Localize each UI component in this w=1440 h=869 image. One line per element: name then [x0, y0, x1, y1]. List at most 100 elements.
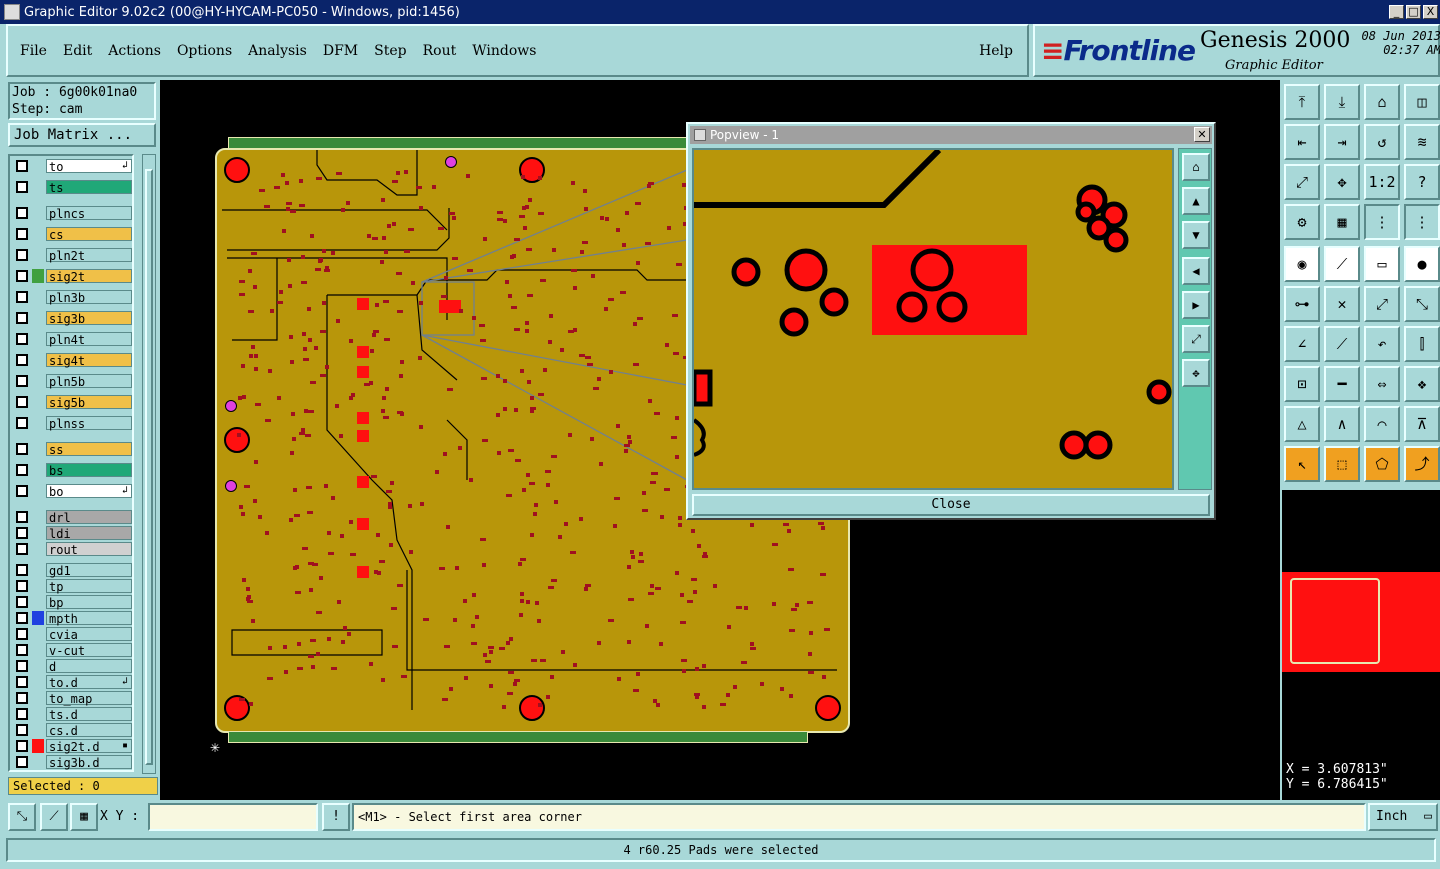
- grid-icon[interactable]: ▦: [70, 803, 98, 831]
- measure-mode-icon[interactable]: ⟋: [40, 803, 68, 831]
- layer-checkbox[interactable]: [16, 542, 28, 555]
- layer-row-ss[interactable]: ss: [12, 441, 132, 457]
- layer-checkbox[interactable]: [16, 484, 28, 497]
- layer-row-mpth[interactable]: mpth: [12, 610, 132, 626]
- graphic-canvas[interactable]: ✳ Popview - 1 ✕ ⌂ ▲ ▼ ◀ ▶ ⤢ ✥ Close: [160, 80, 1280, 800]
- layer-color-swatch[interactable]: [32, 206, 44, 220]
- layer-checkbox[interactable]: [16, 526, 28, 539]
- layer-row-sig4t[interactable]: sig4t: [12, 352, 132, 368]
- layer-name[interactable]: bs: [46, 462, 132, 478]
- layer-checkbox[interactable]: [16, 510, 28, 523]
- layer-name[interactable]: pln3b: [46, 289, 132, 305]
- layer-color-swatch[interactable]: [32, 723, 44, 737]
- layer-checkbox[interactable]: [16, 227, 28, 240]
- previous-view-icon[interactable]: ⇤: [1284, 124, 1320, 160]
- layer-color-swatch[interactable]: [32, 771, 44, 773]
- xy-input[interactable]: [148, 803, 318, 831]
- layer-checkbox[interactable]: [16, 579, 28, 592]
- layer-name[interactable]: pln4t: [46, 331, 132, 347]
- layer-row-ts[interactable]: ts: [12, 179, 132, 195]
- feature-highlight-icon[interactable]: ⋮: [1404, 204, 1440, 240]
- layer-name[interactable]: sig3b.d: [46, 754, 132, 770]
- pad-tool-icon[interactable]: ◉: [1284, 246, 1320, 282]
- layer-name[interactable]: sig5b: [46, 394, 132, 410]
- layer-name[interactable]: d: [46, 658, 132, 674]
- abort-icon[interactable]: !: [322, 803, 350, 831]
- layer-name[interactable]: sig2t.d: [46, 738, 132, 754]
- layer-color-swatch[interactable]: [32, 595, 44, 609]
- layer-row-bo[interactable]: bo ↲: [12, 483, 132, 499]
- layer-color-swatch[interactable]: [32, 463, 44, 477]
- layer-name[interactable]: to.d: [46, 674, 132, 690]
- popview-canvas[interactable]: [692, 148, 1174, 490]
- layer-color-swatch[interactable]: [32, 442, 44, 456]
- layer-name[interactable]: plncs: [46, 205, 132, 221]
- overview-map[interactable]: [1282, 490, 1440, 758]
- zoom-fit-icon[interactable]: ⤢: [1284, 164, 1320, 200]
- layer-color-swatch[interactable]: [32, 353, 44, 367]
- layer-row-pln4t[interactable]: pln4t: [12, 331, 132, 347]
- draw-line-icon[interactable]: ∠: [1284, 326, 1320, 362]
- select-box-icon[interactable]: ⬚: [1324, 446, 1360, 482]
- layer-checkbox[interactable]: [16, 442, 28, 455]
- layer-checkbox[interactable]: [16, 611, 28, 624]
- layer-checkbox[interactable]: [16, 675, 28, 688]
- layer-checkbox[interactable]: [16, 772, 28, 773]
- menu-edit[interactable]: Edit: [63, 43, 92, 59]
- layer-checkbox[interactable]: [16, 353, 28, 366]
- layer-color-swatch[interactable]: [32, 159, 44, 173]
- layer-color-swatch[interactable]: [32, 542, 44, 556]
- arc-icon[interactable]: ↶: [1364, 326, 1400, 362]
- layer-color-swatch[interactable]: [32, 579, 44, 593]
- line-tool-icon[interactable]: ⟋: [1324, 246, 1360, 282]
- layer-row-to-d[interactable]: to.d ↲: [12, 674, 132, 690]
- layer-color-swatch[interactable]: [32, 627, 44, 641]
- layer-row-plncs[interactable]: plncs: [12, 205, 132, 221]
- layer-name[interactable]: ts: [46, 179, 132, 195]
- layer-row-sig4t-d[interactable]: sig4t.d: [12, 770, 132, 772]
- layer-name[interactable]: mpth: [46, 610, 132, 626]
- layer-row-pln5b[interactable]: pln5b: [12, 373, 132, 389]
- layer-color-swatch[interactable]: [32, 484, 44, 498]
- layer-color-swatch[interactable]: [32, 738, 44, 753]
- zoom-to-bottom-icon[interactable]: ⤓: [1324, 84, 1360, 120]
- popview-pan-left-icon[interactable]: ◀: [1182, 257, 1210, 285]
- layer-color-swatch[interactable]: [32, 563, 44, 577]
- layer-checkbox[interactable]: [16, 643, 28, 656]
- layer-color-swatch[interactable]: [32, 290, 44, 304]
- circle-pad-icon[interactable]: ●: [1404, 246, 1440, 282]
- layer-name[interactable]: sig4t: [46, 352, 132, 368]
- layer-row-bs[interactable]: bs: [12, 462, 132, 478]
- layer-checkbox[interactable]: [16, 159, 28, 172]
- menu-help[interactable]: Help: [979, 43, 1013, 59]
- scrollbar-thumb[interactable]: [145, 169, 153, 765]
- layer-name[interactable]: ss: [46, 441, 132, 457]
- job-matrix-button[interactable]: Job Matrix ...: [8, 123, 156, 147]
- layer-checkbox[interactable]: [16, 707, 28, 720]
- snap-tool-icon[interactable]: ⚙: [1284, 204, 1320, 240]
- layer-color-swatch[interactable]: [32, 395, 44, 409]
- layer-name[interactable]: bo: [46, 483, 132, 499]
- menu-actions[interactable]: Actions: [108, 43, 161, 59]
- popview-zoom-fit-icon[interactable]: ⤢: [1182, 325, 1210, 353]
- popview-close-icon[interactable]: ✕: [1194, 127, 1210, 142]
- layer-color-swatch[interactable]: [32, 311, 44, 325]
- layer-checkbox[interactable]: [16, 180, 28, 193]
- layer-name[interactable]: sig3b: [46, 310, 132, 326]
- layer-row-to-map[interactable]: to_map: [12, 690, 132, 706]
- layer-row-sig3b[interactable]: sig3b: [12, 310, 132, 326]
- triangle-measure-icon[interactable]: △: [1284, 406, 1320, 442]
- layer-row-ldi[interactable]: ldi: [12, 525, 132, 541]
- grid-tool-icon[interactable]: ▦: [1324, 204, 1360, 240]
- layer-checkbox[interactable]: [16, 269, 28, 282]
- snap-mode-icon[interactable]: ⤡: [8, 803, 36, 831]
- layer-row-cvia[interactable]: cvia: [12, 626, 132, 642]
- layer-color-swatch[interactable]: [32, 675, 44, 689]
- popview-pan-right-icon[interactable]: ▶: [1182, 291, 1210, 319]
- ruler-icon[interactable]: ▭: [1364, 246, 1400, 282]
- layer-row-sig2t-d[interactable]: sig2t.d ▪: [12, 738, 132, 754]
- feature-select-icon[interactable]: ⋮: [1364, 204, 1400, 240]
- menu-rout[interactable]: Rout: [423, 43, 457, 59]
- menu-windows[interactable]: Windows: [472, 43, 536, 59]
- layer-color-swatch[interactable]: [32, 610, 44, 625]
